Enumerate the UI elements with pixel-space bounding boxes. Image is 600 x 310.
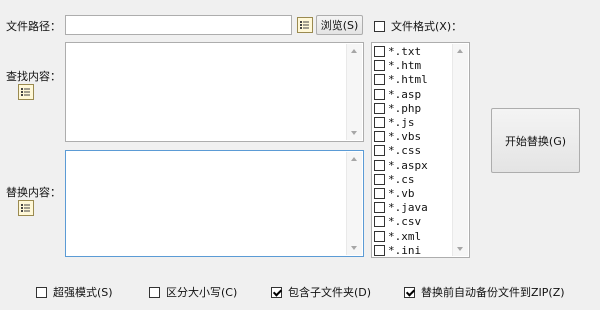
file-type-checkbox[interactable]: [374, 244, 385, 256]
list-icon[interactable]: [297, 17, 313, 33]
file-type-checkbox[interactable]: [374, 188, 385, 199]
super-mode-option[interactable]: 超强模式(S): [36, 284, 113, 300]
file-type-item[interactable]: *.cs: [374, 173, 415, 186]
file-type-item[interactable]: *.php: [374, 102, 421, 115]
file-type-checkbox[interactable]: [374, 117, 385, 128]
file-type-item[interactable]: *.aspx: [374, 159, 428, 172]
file-type-item[interactable]: *.xml: [374, 230, 421, 243]
file-type-label: *.js: [388, 116, 415, 129]
file-type-checkbox[interactable]: [374, 102, 385, 114]
case-sensitive-checkbox[interactable]: [149, 286, 160, 298]
search-label: 查找内容：: [6, 70, 61, 83]
replace-textarea[interactable]: [65, 150, 364, 257]
file-type-checkbox[interactable]: [374, 173, 385, 185]
file-type-item[interactable]: *.java: [374, 201, 428, 214]
file-type-item[interactable]: *.html: [374, 73, 428, 86]
case-sensitive-label: 区分大小写(C): [166, 286, 238, 299]
file-type-label: *.vbs: [388, 130, 422, 144]
browse-button[interactable]: 浏览(S): [316, 15, 363, 35]
file-type-label: *.aspx: [388, 158, 428, 172]
replace-label: 替换内容：: [6, 186, 61, 199]
replace-scrollbar[interactable]: [346, 152, 362, 255]
file-type-label: *.php: [388, 101, 422, 115]
file-type-item[interactable]: *.asp: [374, 88, 421, 101]
backup-zip-label: 替换前自动备份文件到ZIP(Z): [421, 286, 565, 299]
include-subfolders-label: 包含子文件夹(D): [288, 286, 372, 299]
file-type-item[interactable]: *.css: [374, 144, 421, 157]
file-type-label: *.ini: [388, 243, 422, 257]
file-type-item[interactable]: *.vb: [374, 187, 415, 200]
file-type-item[interactable]: *.txt: [374, 45, 421, 58]
file-type-checkbox[interactable]: [374, 202, 385, 214]
super-mode-label: 超强模式(S): [53, 286, 113, 299]
file-type-item[interactable]: *.ini: [374, 244, 421, 257]
backup-zip-checkbox[interactable]: [404, 286, 415, 298]
file-type-label: *.xml: [388, 229, 422, 243]
scroll-up-arrow-icon[interactable]: [457, 49, 463, 53]
file-type-item[interactable]: *.csv: [374, 215, 421, 228]
file-format-checkbox[interactable]: 文件格式(X)：: [374, 18, 462, 34]
file-type-checkbox[interactable]: [374, 145, 385, 157]
file-type-label: *.css: [388, 144, 422, 158]
file-type-checkbox[interactable]: [374, 46, 385, 57]
path-input[interactable]: [65, 15, 292, 35]
file-format-label: 文件格式(X)：: [391, 20, 463, 33]
file-type-label: *.cs: [388, 172, 415, 186]
file-type-scrollbar[interactable]: [452, 44, 468, 256]
scroll-up-arrow-icon[interactable]: [351, 49, 357, 53]
file-type-item[interactable]: *.htm: [374, 59, 421, 72]
file-type-checkbox[interactable]: [374, 88, 385, 100]
start-replace-label: 开始替换(G): [504, 134, 567, 148]
backup-zip-option[interactable]: 替换前自动备份文件到ZIP(Z): [404, 284, 565, 300]
search-textarea[interactable]: [65, 42, 364, 142]
file-type-checkbox[interactable]: [374, 74, 385, 86]
search-list-icon[interactable]: [18, 84, 34, 100]
include-subfolders-checkbox[interactable]: [271, 286, 282, 298]
file-type-label: *.htm: [388, 59, 422, 73]
scroll-down-arrow-icon[interactable]: [457, 247, 463, 251]
file-type-checkbox[interactable]: [374, 60, 385, 72]
scroll-down-arrow-icon[interactable]: [351, 131, 357, 135]
file-type-label: *.html: [388, 73, 428, 87]
scroll-up-arrow-icon[interactable]: [351, 157, 357, 161]
super-mode-checkbox[interactable]: [36, 286, 47, 298]
file-type-label: *.vb: [388, 187, 415, 200]
case-sensitive-option[interactable]: 区分大小写(C): [149, 284, 237, 300]
file-type-label: *.asp: [388, 87, 422, 101]
file-type-label: *.java: [388, 201, 428, 215]
file-type-checkbox[interactable]: [374, 131, 385, 143]
search-scrollbar[interactable]: [346, 44, 362, 140]
browse-button-label: 浏览(S): [320, 19, 359, 32]
file-type-item[interactable]: *.vbs: [374, 130, 421, 143]
start-replace-button[interactable]: 开始替换(G): [491, 108, 580, 173]
include-subfolders-option[interactable]: 包含子文件夹(D): [271, 284, 371, 300]
file-type-checkbox[interactable]: [374, 216, 385, 228]
file-type-list[interactable]: *.txt *.htm *.html *.asp *.php *.js *.vbs *.css…: [371, 42, 470, 258]
file-type-item[interactable]: *.js: [374, 116, 415, 129]
file-type-label: *.txt: [388, 45, 422, 58]
scroll-down-arrow-icon[interactable]: [351, 246, 357, 250]
file-format-check-box[interactable]: [374, 20, 385, 32]
path-label: 文件路径：: [6, 20, 61, 33]
file-type-checkbox[interactable]: [374, 159, 385, 171]
replace-list-icon[interactable]: [18, 200, 34, 216]
file-type-checkbox[interactable]: [374, 230, 385, 242]
file-type-label: *.csv: [388, 215, 422, 229]
